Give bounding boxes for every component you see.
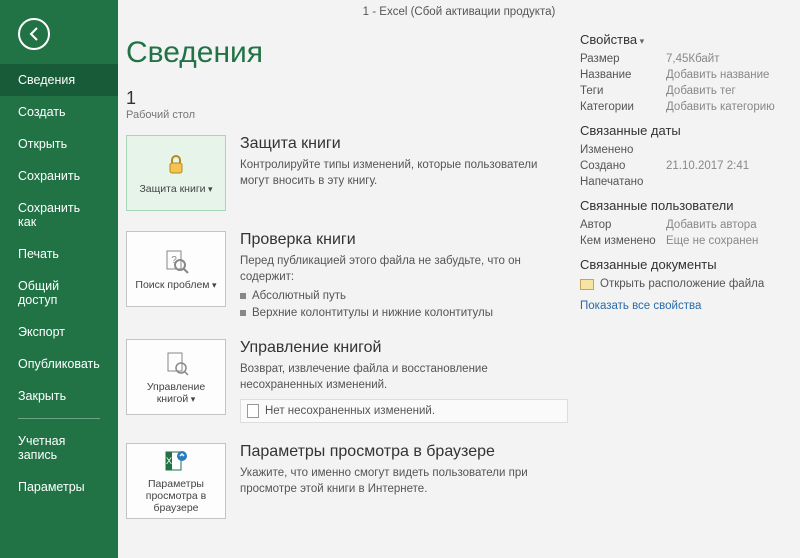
inspect-bullet-2: Верхние колонтитулы и нижние колонтитулы bbox=[240, 306, 568, 319]
browser-title: Параметры просмотра в браузере bbox=[240, 443, 568, 461]
sidebar-item-print[interactable]: Печать bbox=[0, 238, 118, 270]
show-all-properties-link[interactable]: Показать все свойства bbox=[580, 300, 701, 312]
back-button[interactable] bbox=[18, 18, 50, 50]
browser-view-options-button[interactable]: X Параметры просмотра в браузере bbox=[126, 443, 226, 519]
sidebar-divider bbox=[18, 418, 100, 419]
document-name: 1 bbox=[126, 88, 568, 109]
sidebar-item-export[interactable]: Экспорт bbox=[0, 316, 118, 348]
magnifier-document-icon: ? bbox=[162, 247, 190, 275]
folder-icon bbox=[580, 279, 594, 290]
prop-author-key: Автор bbox=[580, 219, 666, 231]
protect-desc: Контролируйте типы изменений, которые по… bbox=[240, 157, 568, 189]
prop-created-key: Создано bbox=[580, 160, 666, 172]
section-browser: X Параметры просмотра в браузере Парамет… bbox=[126, 443, 568, 519]
arrow-left-icon bbox=[26, 26, 42, 42]
sidebar-item-open[interactable]: Открыть bbox=[0, 128, 118, 160]
manage-title: Управление книгой bbox=[240, 339, 568, 357]
related-dates-heading: Связанные даты bbox=[580, 123, 780, 138]
svg-text:?: ? bbox=[171, 255, 177, 266]
prop-author-val[interactable]: Добавить автора bbox=[666, 219, 757, 231]
document-path: Рабочий стол bbox=[126, 109, 568, 121]
prop-name-key: Название bbox=[580, 69, 666, 81]
protect-workbook-button[interactable]: Защита книги ▾ bbox=[126, 135, 226, 211]
manage-workbook-button[interactable]: Управление книгой ▾ bbox=[126, 339, 226, 415]
related-docs-heading: Связанные документы bbox=[580, 257, 780, 272]
sheet-icon bbox=[247, 404, 259, 418]
sidebar-item-publish[interactable]: Опубликовать bbox=[0, 348, 118, 380]
sidebar-item-options[interactable]: Параметры bbox=[0, 471, 118, 503]
sidebar-item-account[interactable]: Учетная запись bbox=[0, 425, 118, 471]
prop-tags-val[interactable]: Добавить тег bbox=[666, 85, 736, 97]
section-protect: Защита книги ▾ Защита книги Контролируйт… bbox=[126, 135, 568, 211]
excel-browser-icon: X bbox=[162, 448, 190, 474]
inspect-desc: Перед публикацией этого файла не забудьт… bbox=[240, 253, 568, 285]
backstage-sidebar: Сведения Создать Открыть Сохранить Сохра… bbox=[0, 0, 118, 558]
manage-unsaved-note: Нет несохраненных изменений. bbox=[240, 399, 568, 423]
inspect-bullet-1: Абсолютный путь bbox=[240, 289, 568, 302]
prop-size-key: Размер bbox=[580, 53, 666, 65]
sidebar-item-info[interactable]: Сведения bbox=[0, 64, 118, 96]
inspect-title: Проверка книги bbox=[240, 231, 568, 249]
section-manage: Управление книгой ▾ Управление книгой Во… bbox=[126, 339, 568, 423]
prop-cats-key: Категории bbox=[580, 101, 666, 113]
sidebar-item-new[interactable]: Создать bbox=[0, 96, 118, 128]
open-file-location-link[interactable]: Открыть расположение файла bbox=[580, 278, 780, 290]
prop-tags-key: Теги bbox=[580, 85, 666, 97]
prop-lastmod-key: Кем изменено bbox=[580, 235, 666, 247]
protect-title: Защита книги bbox=[240, 135, 568, 153]
manage-desc: Возврат, извлечение файла и восстановлен… bbox=[240, 361, 568, 393]
page-title: Сведения bbox=[126, 36, 568, 70]
browser-view-options-label: Параметры просмотра в браузере bbox=[131, 478, 221, 514]
lock-icon bbox=[162, 151, 190, 179]
window-title: 1 - Excel (Сбой активации продукта) bbox=[118, 0, 800, 18]
related-people-heading: Связанные пользователи bbox=[580, 198, 780, 213]
properties-panel: Свойства Размер7,45Кбайт НазваниеДобавит… bbox=[580, 26, 780, 558]
sidebar-item-close[interactable]: Закрыть bbox=[0, 380, 118, 412]
check-issues-label: Поиск проблем ▾ bbox=[135, 279, 216, 291]
sidebar-item-saveas[interactable]: Сохранить как bbox=[0, 192, 118, 238]
prop-size-val: 7,45Кбайт bbox=[666, 53, 720, 65]
manage-document-icon bbox=[162, 349, 190, 377]
prop-cats-val[interactable]: Добавить категорию bbox=[666, 101, 775, 113]
prop-created-val: 21.10.2017 2:41 bbox=[666, 160, 749, 172]
protect-workbook-label: Защита книги ▾ bbox=[139, 183, 212, 195]
sidebar-item-save[interactable]: Сохранить bbox=[0, 160, 118, 192]
prop-lastmod-val: Еще не сохранен bbox=[666, 235, 758, 247]
prop-modified-key: Изменено bbox=[580, 144, 666, 156]
browser-desc: Укажите, что именно смогут видеть пользо… bbox=[240, 465, 568, 497]
sidebar-item-share[interactable]: Общий доступ bbox=[0, 270, 118, 316]
check-issues-button[interactable]: ? Поиск проблем ▾ bbox=[126, 231, 226, 307]
properties-heading[interactable]: Свойства bbox=[580, 32, 780, 47]
prop-printed-key: Напечатано bbox=[580, 176, 666, 188]
prop-name-val[interactable]: Добавить название bbox=[666, 69, 769, 81]
svg-text:X: X bbox=[166, 456, 172, 466]
manage-workbook-label: Управление книгой ▾ bbox=[131, 381, 221, 405]
section-inspect: ? Поиск проблем ▾ Проверка книги Перед п… bbox=[126, 231, 568, 319]
